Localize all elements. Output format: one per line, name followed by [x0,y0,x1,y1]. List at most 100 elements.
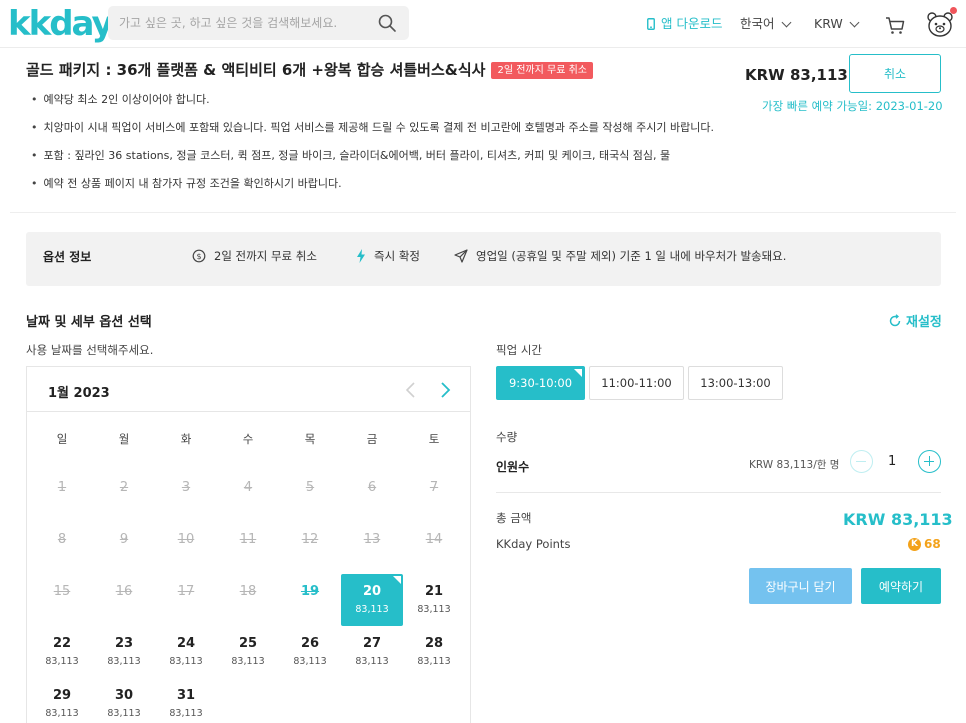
voucher-info: 영업일 (공휴일 및 주말 제외) 기준 1 일 내에 바우처가 발송돼요. [454,248,786,264]
calendar-day-number: 31 [176,688,196,703]
calendar-day-price: 83,113 [107,708,141,719]
instant-confirm-info: 즉시 확정 [356,248,420,264]
calendar-day: 17 [155,574,217,626]
search-input[interactable] [108,6,368,40]
calendar-day[interactable]: 22 83,113 [31,626,93,678]
currency-selector[interactable]: KRW [814,16,860,32]
calendar-day: 12 [279,522,341,574]
kkday-logo[interactable]: kkday [8,4,114,44]
cart-icon[interactable] [884,14,906,36]
calendar-day-number: 23 [114,636,134,651]
calendar-day[interactable]: 25 83,113 [217,626,279,678]
calendar-day-number: 19 [300,584,320,599]
note-item: 예약당 최소 2인 이상이어야 합니다. [31,91,714,119]
calendar-day-price: 83,113 [231,656,265,667]
weekday-label: 금 [366,432,378,446]
calendar-day: 3 [155,470,217,522]
cancel-button[interactable]: 취소 [849,54,941,93]
calendar-day-number: 26 [300,636,320,651]
pickup-time-text: 13:00-13:00 [700,376,771,390]
calendar-day-number: 9 [119,532,129,547]
free-cancel-text: 2일 전까지 무료 취소 [214,249,317,263]
person-count-label: 인원수 [496,460,530,474]
free-cancel-badge: 2일 전까지 무료 취소 [491,62,593,79]
reset-button[interactable]: 재설정 [888,311,942,330]
points-amount: 68 [924,537,941,551]
search-box[interactable] [108,6,409,40]
calendar-day-price: 83,113 [169,656,203,667]
calendar-day-number: 15 [53,584,71,599]
calendar-day-number: 10 [177,532,195,547]
calendar-day-number: 28 [424,636,444,651]
calendar-day[interactable]: 26 83,113 [279,626,341,678]
chevron-right-icon[interactable] [435,380,455,400]
calendar-day-number: 17 [177,584,195,599]
weekday-label: 월 [118,432,130,446]
pickup-time-text: 9:30-10:00 [508,376,573,390]
calendar-day[interactable]: 21 83,113 [403,574,465,626]
calendar-day[interactable]: 28 83,113 [403,626,465,678]
calendar-day[interactable]: 23 83,113 [93,626,155,678]
instant-confirm-text: 즉시 확정 [374,249,420,263]
decrease-quantity-button[interactable] [850,450,873,473]
calendar-day[interactable]: 27 83,113 [341,626,403,678]
calendar-day[interactable]: 31 83,113 [155,678,217,723]
calendar-day-price: 83,113 [45,656,79,667]
reset-icon [889,313,901,326]
currency-label: KRW [814,16,843,31]
calendar-day-price: 83,113 [355,656,389,667]
calendar-day-number: 18 [239,584,257,599]
voucher-text: 영업일 (공휴일 및 주말 제외) 기준 1 일 내에 바우처가 발송돼요. [476,249,787,263]
calendar-day: 6 [341,470,403,522]
pickup-time-option[interactable]: 13:00-13:00 [688,366,783,400]
chevron-left-icon[interactable] [401,380,421,400]
calendar-day-price: 83,113 [417,656,451,667]
calendar-day-number: 27 [362,636,382,651]
package-price: KRW 83,113 [745,66,848,84]
calendar-day[interactable]: 29 83,113 [31,678,93,723]
pickup-time-option[interactable]: 9:30-10:00 [496,366,585,400]
calendar-day-number: 1 [57,480,67,495]
calendar-day: 13 [341,522,403,574]
send-icon [454,249,468,263]
calendar-header: 1월 2023 [27,367,470,412]
calendar-day-selected[interactable]: 20 83,113 [341,574,403,626]
calendar-day-price: 83,113 [169,708,203,719]
chevron-down-icon [781,17,791,27]
top-bar: kkday 앱 다운로드 한국어 KRW [0,0,966,48]
pickup-time-option[interactable]: 11:00-11:00 [589,366,684,400]
option-info-label: 옵션 정보 [43,250,92,264]
increase-quantity-button[interactable] [918,450,941,473]
calendar-day-number: 16 [115,584,133,599]
calendar-day-number: 2 [119,480,129,495]
quantity-value: 1 [888,454,897,469]
calendar-day: 2 [93,470,155,522]
calendar-day-number: 5 [305,480,315,495]
calendar-day: 7 [403,470,465,522]
language-selector[interactable]: 한국어 [740,16,791,32]
unit-price: KRW 83,113/한 명 [749,459,840,471]
selected-corner [393,576,401,584]
pickup-time-label: 픽업 시간 [496,343,542,357]
note-item: 포함 : 짚라인 36 stations, 정글 코스터, 퀵 점프, 정글 바… [31,147,714,175]
calendar-day[interactable]: 24 83,113 [155,626,217,678]
calendar-day-number: 4 [243,480,253,495]
earliest-date: 가장 빠른 예약 가능일: 2023-01-20 [762,99,943,113]
calendar-day-number: 29 [52,688,72,703]
app-download-link[interactable]: 앱 다운로드 [647,16,722,32]
divider [496,492,941,493]
avatar[interactable] [926,10,954,38]
calendar-day-number: 21 [424,584,444,599]
calendar-day-number: 3 [181,480,191,495]
notification-dot [950,7,957,14]
calendar-day: 11 [217,522,279,574]
search-icon[interactable] [377,13,397,33]
points-value: K 68 [908,537,941,551]
date-section-title: 날짜 및 세부 옵션 선택 [26,315,152,330]
calendar-day: 19 [279,574,341,626]
weekday-label: 일 [56,432,68,446]
calendar-day-number: 13 [363,532,381,547]
add-to-cart-button[interactable]: 장바구니 담기 [749,568,852,604]
book-button[interactable]: 예약하기 [861,568,941,604]
calendar-day[interactable]: 30 83,113 [93,678,155,723]
